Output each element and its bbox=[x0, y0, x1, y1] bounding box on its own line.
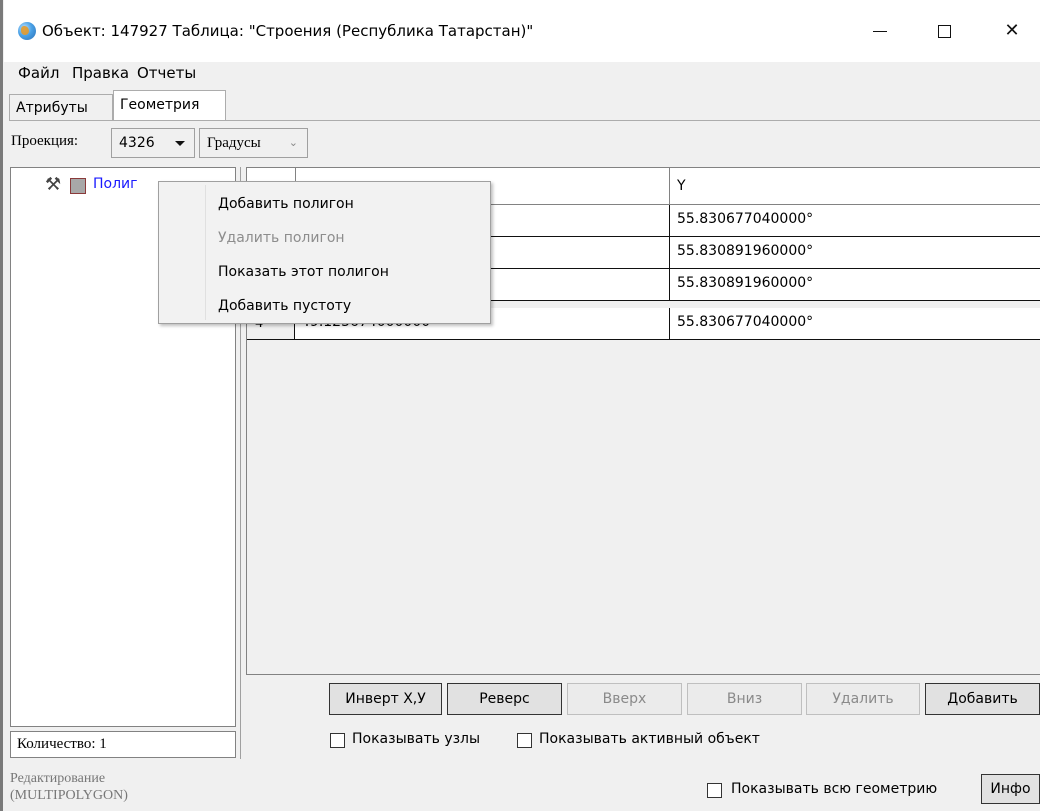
cell-separator bbox=[669, 237, 670, 268]
show-nodes-label: Показывать узлы bbox=[352, 731, 481, 747]
count-label: Количество: 1 bbox=[10, 731, 236, 758]
move-up-button[interactable]: Вверх bbox=[567, 683, 682, 715]
info-button[interactable]: Инфо bbox=[981, 774, 1040, 804]
cell-y[interactable]: 55.830891960000° bbox=[677, 243, 813, 259]
tab-geometry[interactable]: Геометрия bbox=[113, 90, 226, 121]
reverse-button[interactable]: Реверс bbox=[447, 683, 562, 715]
menu-item-delete-polygon[interactable]: Удалить полигон bbox=[206, 222, 490, 254]
context-menu: Добавить полигон Удалить полигон Показат… bbox=[158, 181, 491, 324]
edit-status: Редактирование (MULTIPOLYGON) bbox=[10, 770, 128, 804]
units-dropdown[interactable]: Градусы ⌄ bbox=[199, 128, 308, 158]
add-button[interactable]: Добавить bbox=[925, 683, 1040, 715]
cell-separator bbox=[669, 269, 670, 300]
cell-y[interactable]: 55.830677040000° bbox=[677, 211, 813, 227]
menu-reports[interactable]: Отчеты bbox=[137, 64, 196, 82]
move-down-button[interactable]: Вниз bbox=[687, 683, 802, 715]
menu-file[interactable]: Файл bbox=[18, 64, 59, 82]
close-icon: ✕ bbox=[1004, 20, 1020, 41]
menu-item-show-polygon[interactable]: Показать этот полигон bbox=[206, 256, 490, 288]
maximize-icon bbox=[937, 24, 951, 38]
dropdown-arrow-icon bbox=[175, 141, 185, 146]
window-edge bbox=[0, 0, 3, 811]
show-active-checkbox[interactable] bbox=[517, 733, 532, 748]
header-separator bbox=[669, 168, 670, 204]
delete-button[interactable]: Удалить bbox=[806, 683, 920, 715]
title-bar: Объект: 147927 Таблица: "Строения (Респу… bbox=[4, 0, 1040, 64]
cell-separator bbox=[669, 308, 670, 339]
show-all-geometry-label: Показывать всю геометрию bbox=[731, 781, 938, 797]
menu-edit[interactable]: Правка bbox=[72, 64, 129, 82]
show-all-geometry-checkbox-row[interactable]: Показывать всю геометрию bbox=[707, 780, 977, 802]
window-title: Объект: 147927 Таблица: "Строения (Респу… bbox=[42, 22, 534, 40]
menu-item-add-hole[interactable]: Добавить пустоту bbox=[206, 290, 490, 322]
invert-xy-button[interactable]: Инверт X,У bbox=[329, 683, 442, 715]
show-all-geometry-checkbox[interactable] bbox=[707, 783, 722, 798]
cell-separator bbox=[669, 205, 670, 236]
show-nodes-checkbox-row[interactable]: Показывать узлы bbox=[330, 730, 516, 752]
units-value: Градусы bbox=[207, 135, 261, 151]
edit-status-mode: Редактирование bbox=[10, 771, 106, 786]
menu-bar: Файл Правка Отчеты bbox=[4, 62, 1040, 88]
globe-icon bbox=[18, 22, 36, 40]
object-window: Объект: 147927 Таблица: "Строения (Респу… bbox=[0, 0, 1040, 811]
projection-label: Проекция: bbox=[11, 133, 79, 149]
show-active-label: Показывать активный объект bbox=[539, 731, 760, 747]
show-nodes-checkbox[interactable] bbox=[330, 733, 345, 748]
column-header-y[interactable]: Y bbox=[677, 178, 686, 194]
tab-attributes[interactable]: Атрибуты bbox=[9, 94, 113, 121]
edit-status-type: (MULTIPOLYGON) bbox=[10, 788, 128, 803]
projection-value: 4326 bbox=[119, 135, 155, 151]
menu-item-add-polygon[interactable]: Добавить полигон bbox=[206, 188, 490, 220]
polygon-square-icon bbox=[70, 178, 86, 194]
cell-y[interactable]: 55.830891960000° bbox=[677, 275, 813, 291]
maximize-button[interactable] bbox=[924, 14, 964, 48]
chevron-down-icon: ⌄ bbox=[288, 137, 298, 149]
tree-item-label: Полиг bbox=[93, 176, 138, 192]
show-active-checkbox-row[interactable]: Показывать активный объект bbox=[517, 730, 795, 752]
tab-divider bbox=[9, 120, 1040, 121]
minimize-button[interactable] bbox=[860, 14, 900, 48]
minimize-icon bbox=[873, 30, 887, 32]
close-button[interactable]: ✕ bbox=[992, 14, 1032, 48]
projection-dropdown[interactable]: 4326 bbox=[111, 128, 195, 158]
tools-icon: ⚒ bbox=[45, 174, 62, 195]
cell-y[interactable]: 55.830677040000° bbox=[677, 314, 813, 330]
